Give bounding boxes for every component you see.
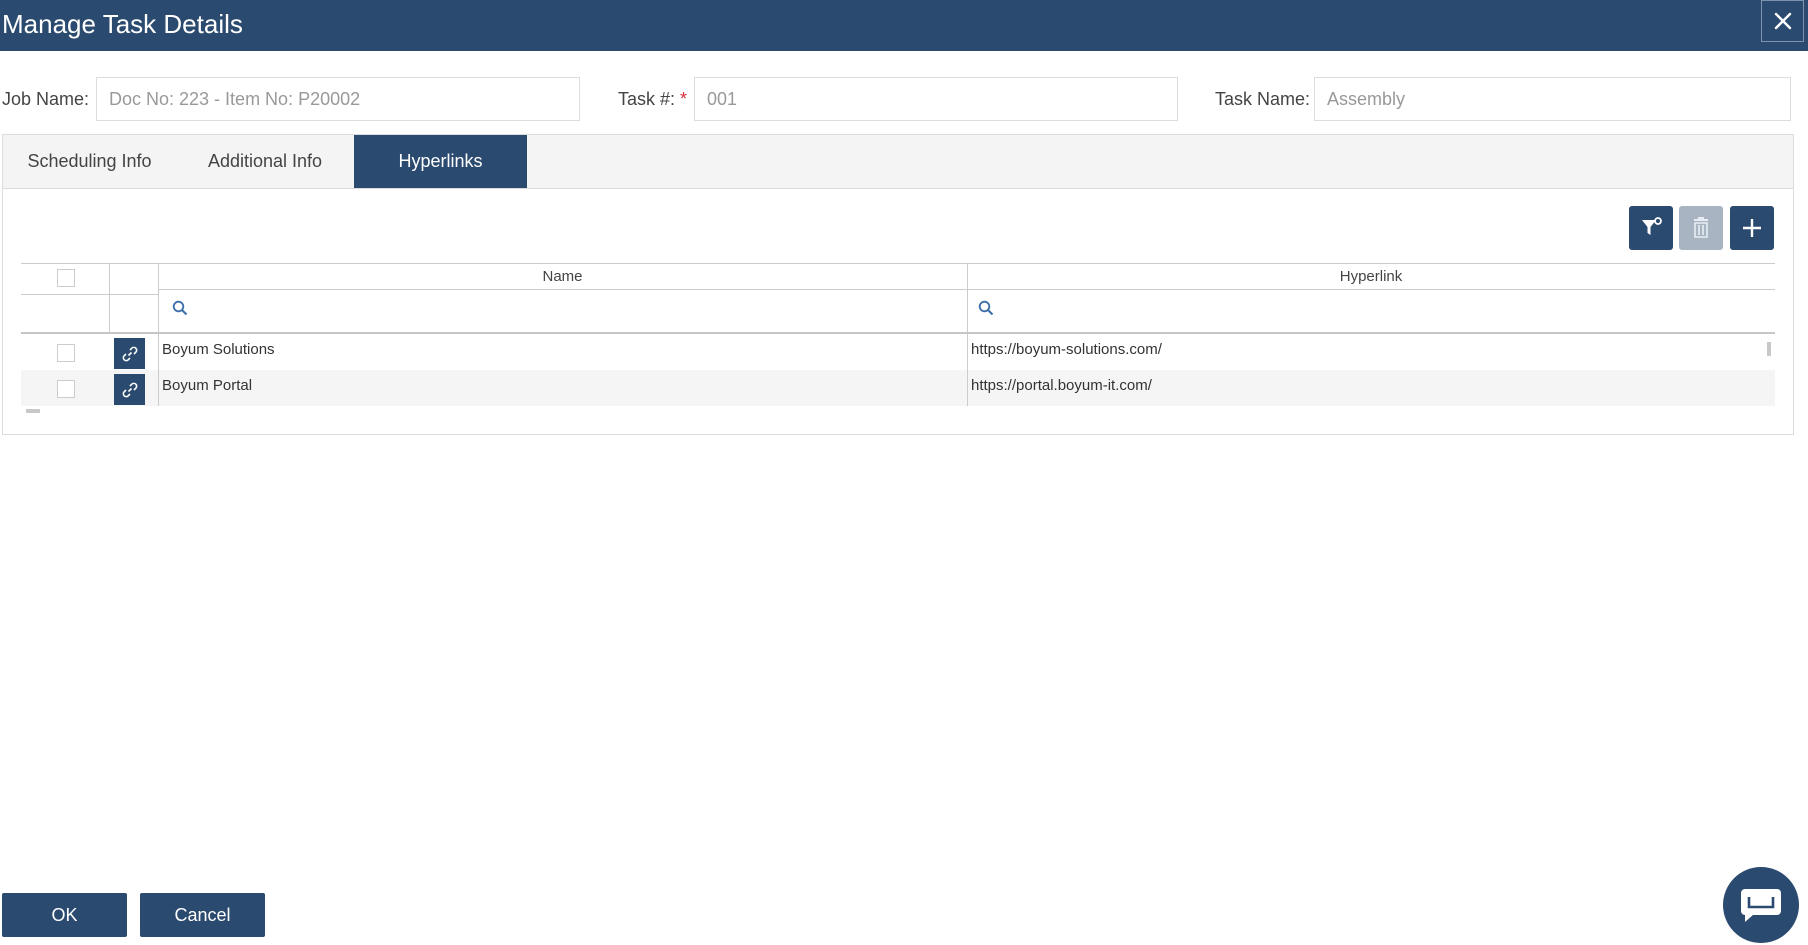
- cancel-button[interactable]: Cancel: [140, 893, 265, 937]
- filter-row-divider: [21, 294, 158, 295]
- dialog-title: Manage Task Details: [2, 9, 243, 39]
- plus-icon: [1743, 219, 1761, 237]
- vertical-scrollbar[interactable]: [1767, 342, 1771, 356]
- row-checkbox[interactable]: [57, 344, 75, 362]
- dialog-header: Manage Task Details: [0, 0, 1808, 51]
- column-divider: [109, 264, 110, 332]
- column-header-hyperlink[interactable]: Hyperlink: [967, 268, 1775, 285]
- table-row[interactable]: Boyum Solutions https://boyum-solutions.…: [21, 334, 1775, 370]
- row-hyperlink: https://portal.boyum-it.com/: [971, 377, 1152, 394]
- clear-filter-button[interactable]: [1629, 206, 1673, 250]
- link-icon: [122, 382, 137, 397]
- open-link-button[interactable]: [114, 374, 145, 405]
- tab-bar: Scheduling Info Additional Info Hyperlin…: [3, 135, 1793, 189]
- row-name: Boyum Solutions: [162, 341, 275, 358]
- chat-bubble-icon: [1741, 889, 1781, 922]
- task-name-field[interactable]: [1314, 77, 1791, 121]
- task-number-field[interactable]: [694, 77, 1178, 121]
- row-checkbox[interactable]: [57, 380, 75, 398]
- tab-panel: Scheduling Info Additional Info Hyperlin…: [2, 134, 1794, 435]
- tab-hyperlinks[interactable]: Hyperlinks: [354, 135, 527, 188]
- row-hyperlink: https://boyum-solutions.com/: [971, 341, 1162, 358]
- column-divider: [158, 334, 159, 370]
- add-button[interactable]: [1730, 206, 1774, 250]
- delete-button[interactable]: [1679, 206, 1723, 250]
- horizontal-scroll-track: [21, 406, 1775, 416]
- row-name: Boyum Portal: [162, 377, 253, 394]
- required-marker: *: [680, 89, 688, 109]
- task-number-label: Task #: *: [618, 89, 688, 109]
- task-name-label: Task Name:: [1215, 89, 1311, 109]
- column-header-name[interactable]: Name: [158, 268, 967, 285]
- tab-scheduling-info[interactable]: Scheduling Info: [3, 135, 176, 188]
- ok-button[interactable]: OK: [2, 893, 127, 937]
- close-button[interactable]: [1761, 0, 1804, 42]
- grid-header: Name Hyperlink: [21, 263, 1775, 334]
- horizontal-scrollbar[interactable]: [26, 409, 40, 413]
- table-row[interactable]: Boyum Portal https://portal.boyum-it.com…: [21, 370, 1775, 406]
- chat-button[interactable]: [1723, 867, 1799, 943]
- search-icon[interactable]: [978, 300, 994, 316]
- job-name-label: Job Name:: [2, 89, 90, 109]
- hyperlinks-grid: Name Hyperlink Boyum Solutions https://b…: [21, 263, 1775, 416]
- filter-row-divider: [158, 289, 1775, 290]
- close-icon: [1774, 12, 1791, 30]
- tab-additional-info[interactable]: Additional Info: [176, 135, 354, 188]
- search-icon[interactable]: [172, 300, 188, 316]
- open-link-button[interactable]: [114, 338, 145, 369]
- trash-icon: [1694, 217, 1708, 238]
- column-divider: [158, 370, 159, 406]
- select-all-checkbox[interactable]: [57, 269, 75, 287]
- column-divider: [967, 334, 968, 370]
- job-name-field[interactable]: [96, 77, 580, 121]
- filter-clear-icon: [1642, 217, 1662, 235]
- task-fields: Job Name: Task #: * Task Name:: [0, 77, 1808, 123]
- column-divider: [967, 370, 968, 406]
- link-icon: [122, 346, 137, 361]
